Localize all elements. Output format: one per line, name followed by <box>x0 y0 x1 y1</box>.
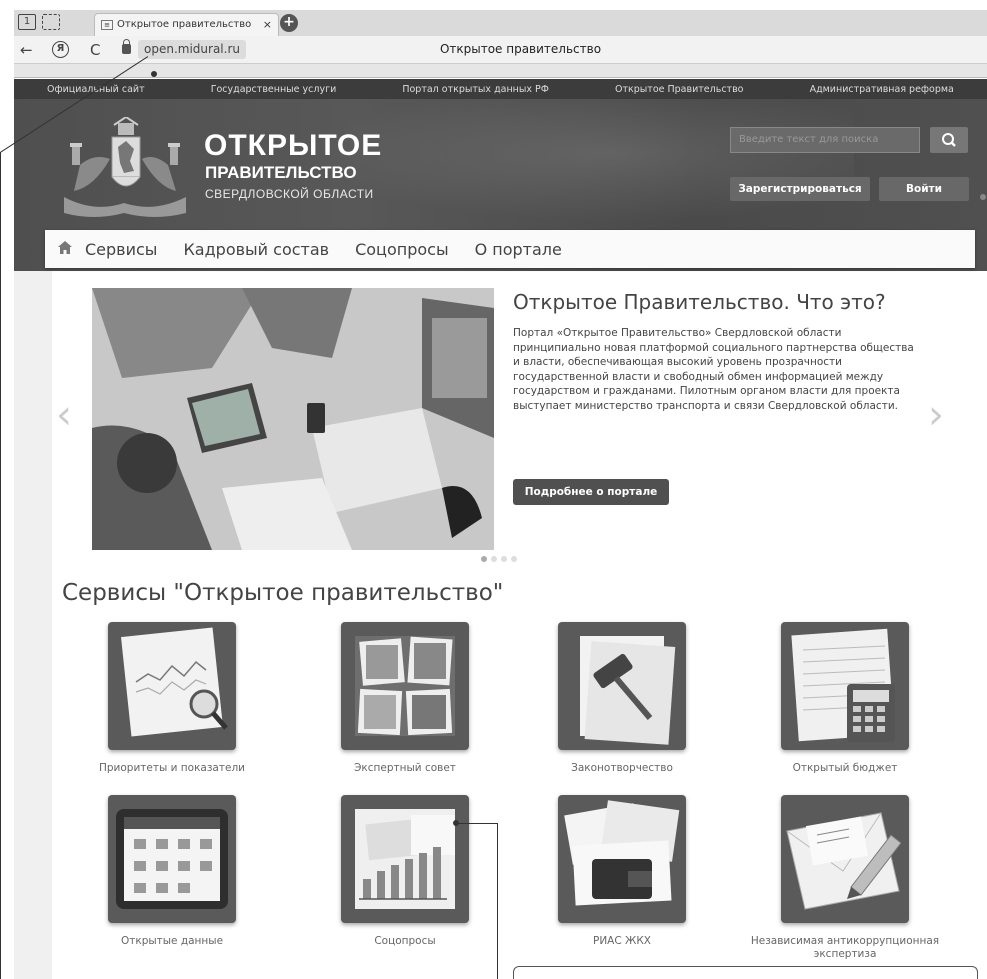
menu-item-polls[interactable]: Соцопросы <box>355 240 448 259</box>
service-priorities[interactable]: Приоритеты и показатели <box>62 622 282 775</box>
hero-image[interactable] <box>92 288 494 550</box>
annotation-dot <box>453 820 459 826</box>
annotation-dot <box>980 194 986 200</box>
main-menu: Сервисы Кадровый состав Соцопросы О порт… <box>45 230 975 268</box>
service-rias-zhkh[interactable]: РИАС ЖКХ <box>512 795 732 948</box>
register-button[interactable]: Зарегистрироваться <box>730 177 870 201</box>
bar-chart-icon <box>341 795 469 923</box>
home-icon[interactable] <box>45 240 85 258</box>
service-label: Открытые данные <box>120 935 224 947</box>
toplink-open-data-portal[interactable]: Портал открытых данных РФ <box>402 84 549 95</box>
home-window-icon[interactable]: 1 <box>18 14 36 30</box>
photo-board-icon <box>341 622 469 750</box>
menu-item-services[interactable]: Сервисы <box>85 240 157 259</box>
calculator-icon <box>781 622 909 750</box>
tablet-icon <box>108 795 236 923</box>
menu-item-staff[interactable]: Кадровый состав <box>183 240 329 259</box>
annotation-leader-line <box>497 823 498 979</box>
envelope-pen-icon <box>781 795 909 923</box>
service-label: РИАС ЖКХ <box>593 935 651 947</box>
site-favicon-icon: ≡ <box>101 20 113 30</box>
login-button[interactable]: Войти <box>879 177 969 201</box>
page-title: Открытое правительство <box>439 42 602 56</box>
service-label: Экспертный совет <box>354 762 456 774</box>
services-title: Сервисы "Открытое правительство" <box>62 580 504 606</box>
service-open-data[interactable]: Открытые данные <box>62 795 282 948</box>
service-label: Открытый бюджет <box>792 762 898 774</box>
slider-dot[interactable] <box>511 556 517 562</box>
browser-tab[interactable]: ≡ Открытое правительство × <box>94 13 279 36</box>
toplink-open-government[interactable]: Открытое Правительство <box>615 84 743 95</box>
hero-title: Открытое Правительство. Что это? <box>513 290 886 314</box>
menu-item-about[interactable]: О портале <box>475 240 562 259</box>
service-label: Законотворчество <box>571 762 673 774</box>
search-input[interactable]: Введите текст для поиска <box>730 127 920 153</box>
brand-line1[interactable]: ОТКРЫТОЕ <box>204 129 382 163</box>
search-button[interactable] <box>930 127 968 153</box>
service-anticorruption[interactable]: Независимая антикоррупционная экспертиза <box>735 795 955 961</box>
top-links-bar: Официальный сайт Государственные услуги … <box>14 79 987 99</box>
slider-next-icon[interactable]: › <box>928 392 944 438</box>
wallet-icon <box>558 795 686 923</box>
slider-dot[interactable] <box>491 556 497 562</box>
toplink-gov-services[interactable]: Государственные услуги <box>211 84 337 95</box>
gavel-icon <box>558 622 686 750</box>
service-lawmaking[interactable]: Законотворчество <box>512 622 732 775</box>
slider-prev-icon[interactable]: ‹ <box>56 392 72 438</box>
tab-title: Открытое правительство <box>117 19 252 30</box>
new-tab-button[interactable]: + <box>280 14 298 32</box>
address-bar: ← Я C open.midural.ru Открытое правитель… <box>14 36 987 64</box>
annotation-leader-line <box>455 823 497 824</box>
chart-magnifier-icon <box>108 622 236 750</box>
brand-line3: СВЕРДЛОВСКОЙ ОБЛАСТИ <box>205 187 374 201</box>
service-polls[interactable]: Соцопросы <box>295 795 515 948</box>
service-open-budget[interactable]: Открытый бюджет <box>735 622 955 775</box>
more-about-portal-button[interactable]: Подробнее о портале <box>513 479 669 505</box>
search-icon <box>942 133 956 147</box>
annotation-leader-line <box>0 152 1 979</box>
brand-line2[interactable]: ПРАВИТЕЛЬСТВО <box>205 163 357 183</box>
tab-close-icon[interactable]: × <box>263 14 272 36</box>
tab-strip: 1 ≡ Открытое правительство × + <box>14 10 987 36</box>
annotation-dot <box>151 71 157 77</box>
toplink-admin-reform[interactable]: Административная реформа <box>810 84 954 95</box>
hero-text: Портал «Открытое Правительство» Свердлов… <box>513 327 914 412</box>
slider-dot[interactable] <box>501 556 507 562</box>
window-icon[interactable] <box>42 14 60 30</box>
service-label: Независимая антикоррупционная экспертиза <box>750 935 940 960</box>
service-label: Соцопросы <box>374 935 436 947</box>
annotation-callout-box <box>513 966 978 979</box>
browser-chrome: 1 ≡ Открытое правительство × + ← Я C ope… <box>14 10 987 78</box>
slider-dot[interactable] <box>481 556 487 562</box>
coat-of-arms-logo[interactable] <box>54 117 194 222</box>
slider-dots <box>481 556 521 564</box>
service-expert-council[interactable]: Экспертный совет <box>295 622 515 775</box>
service-label: Приоритеты и показатели <box>99 762 245 774</box>
